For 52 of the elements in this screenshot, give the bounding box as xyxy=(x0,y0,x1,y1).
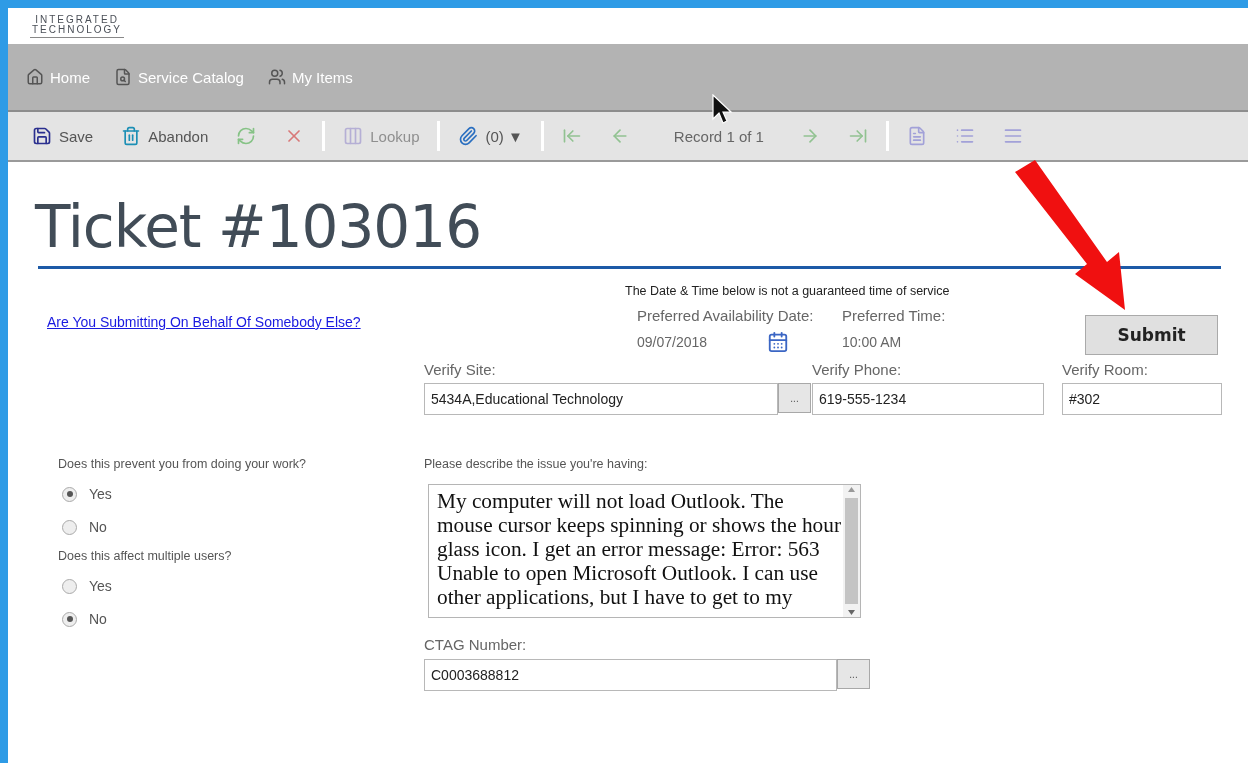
date-value: 09/07/2018 xyxy=(637,334,708,350)
lookup-button[interactable]: ... xyxy=(778,383,811,413)
trash-icon xyxy=(121,126,142,146)
columns-icon xyxy=(343,126,364,146)
behalf-link[interactable]: Are You Submitting On Behalf Of Somebody Else? xyxy=(47,314,361,330)
time-value: 10:00 AM xyxy=(842,334,902,350)
submit-button[interactable]: Submit xyxy=(1085,315,1218,355)
ticket-title: Ticket #103016 xyxy=(35,192,482,263)
last-arrow-icon xyxy=(847,126,868,146)
field-label: Verify Room: xyxy=(1062,361,1149,378)
lines-icon xyxy=(1002,126,1023,146)
paperclip-icon xyxy=(458,126,479,146)
date-label: Preferred Availability Date: xyxy=(637,307,815,324)
document-search-icon xyxy=(114,68,132,86)
question-label: Does this affect multiple users? xyxy=(58,549,233,563)
time-label: Preferred Time: xyxy=(842,307,947,324)
field-label: CTAG Number: xyxy=(424,636,528,653)
people-icon xyxy=(267,68,286,86)
ctag-field[interactable]: C0003688812 xyxy=(424,659,837,691)
record-counter: Record 1 of 1 xyxy=(672,127,765,145)
text-field[interactable]: #302 xyxy=(1062,383,1222,415)
radio-option[interactable]: Yes xyxy=(58,483,424,505)
scrollbar[interactable] xyxy=(843,485,860,617)
house-icon xyxy=(26,68,44,86)
text-field[interactable]: 5434A,Educational Technology xyxy=(424,383,778,415)
field-label: Please describe the issue you're having: xyxy=(424,457,649,471)
first-arrow-icon xyxy=(561,126,582,146)
text-field[interactable]: 619-555-1234 xyxy=(812,383,1044,415)
refresh-icon xyxy=(236,126,257,146)
radio-option[interactable]: No xyxy=(58,608,424,630)
description-field[interactable]: My computer will not load Outlook. The mouse cursor keeps spinning or shows the hour glass icon. I get an error message: Error: 563 Unable to open Microsoft Outlook. I can use other applications, but I have to get to my xyxy=(428,484,861,618)
radio-button[interactable] xyxy=(62,486,77,502)
scroll-up-icon[interactable] xyxy=(848,487,855,492)
radio-option[interactable]: No xyxy=(58,516,424,538)
radio-button[interactable] xyxy=(62,578,77,594)
trash-button[interactable]: Abandon xyxy=(107,120,223,152)
field-label: Verify Phone: xyxy=(812,361,903,378)
schedule-note: The Date & Time below is not a guaranteed time of service xyxy=(624,284,951,298)
question-label: Does this prevent you from doing your work? xyxy=(58,457,308,471)
radio-button[interactable] xyxy=(62,611,77,627)
cursor-icon xyxy=(712,94,734,126)
radio-option[interactable]: Yes xyxy=(58,575,424,597)
scroll-down-icon[interactable] xyxy=(848,610,855,615)
attachments-button[interactable]: (0) ▼ xyxy=(444,120,537,152)
calendar-icon[interactable] xyxy=(767,331,790,353)
radio-button[interactable] xyxy=(62,519,77,535)
save-button[interactable]: Save xyxy=(18,120,108,152)
field-label: Verify Site: xyxy=(424,361,497,378)
logo: INTEGRATED TECHNOLOGY xyxy=(30,14,124,38)
list-icon xyxy=(954,126,975,146)
lookup-button[interactable]: ... xyxy=(837,659,870,689)
save-icon xyxy=(32,126,52,146)
